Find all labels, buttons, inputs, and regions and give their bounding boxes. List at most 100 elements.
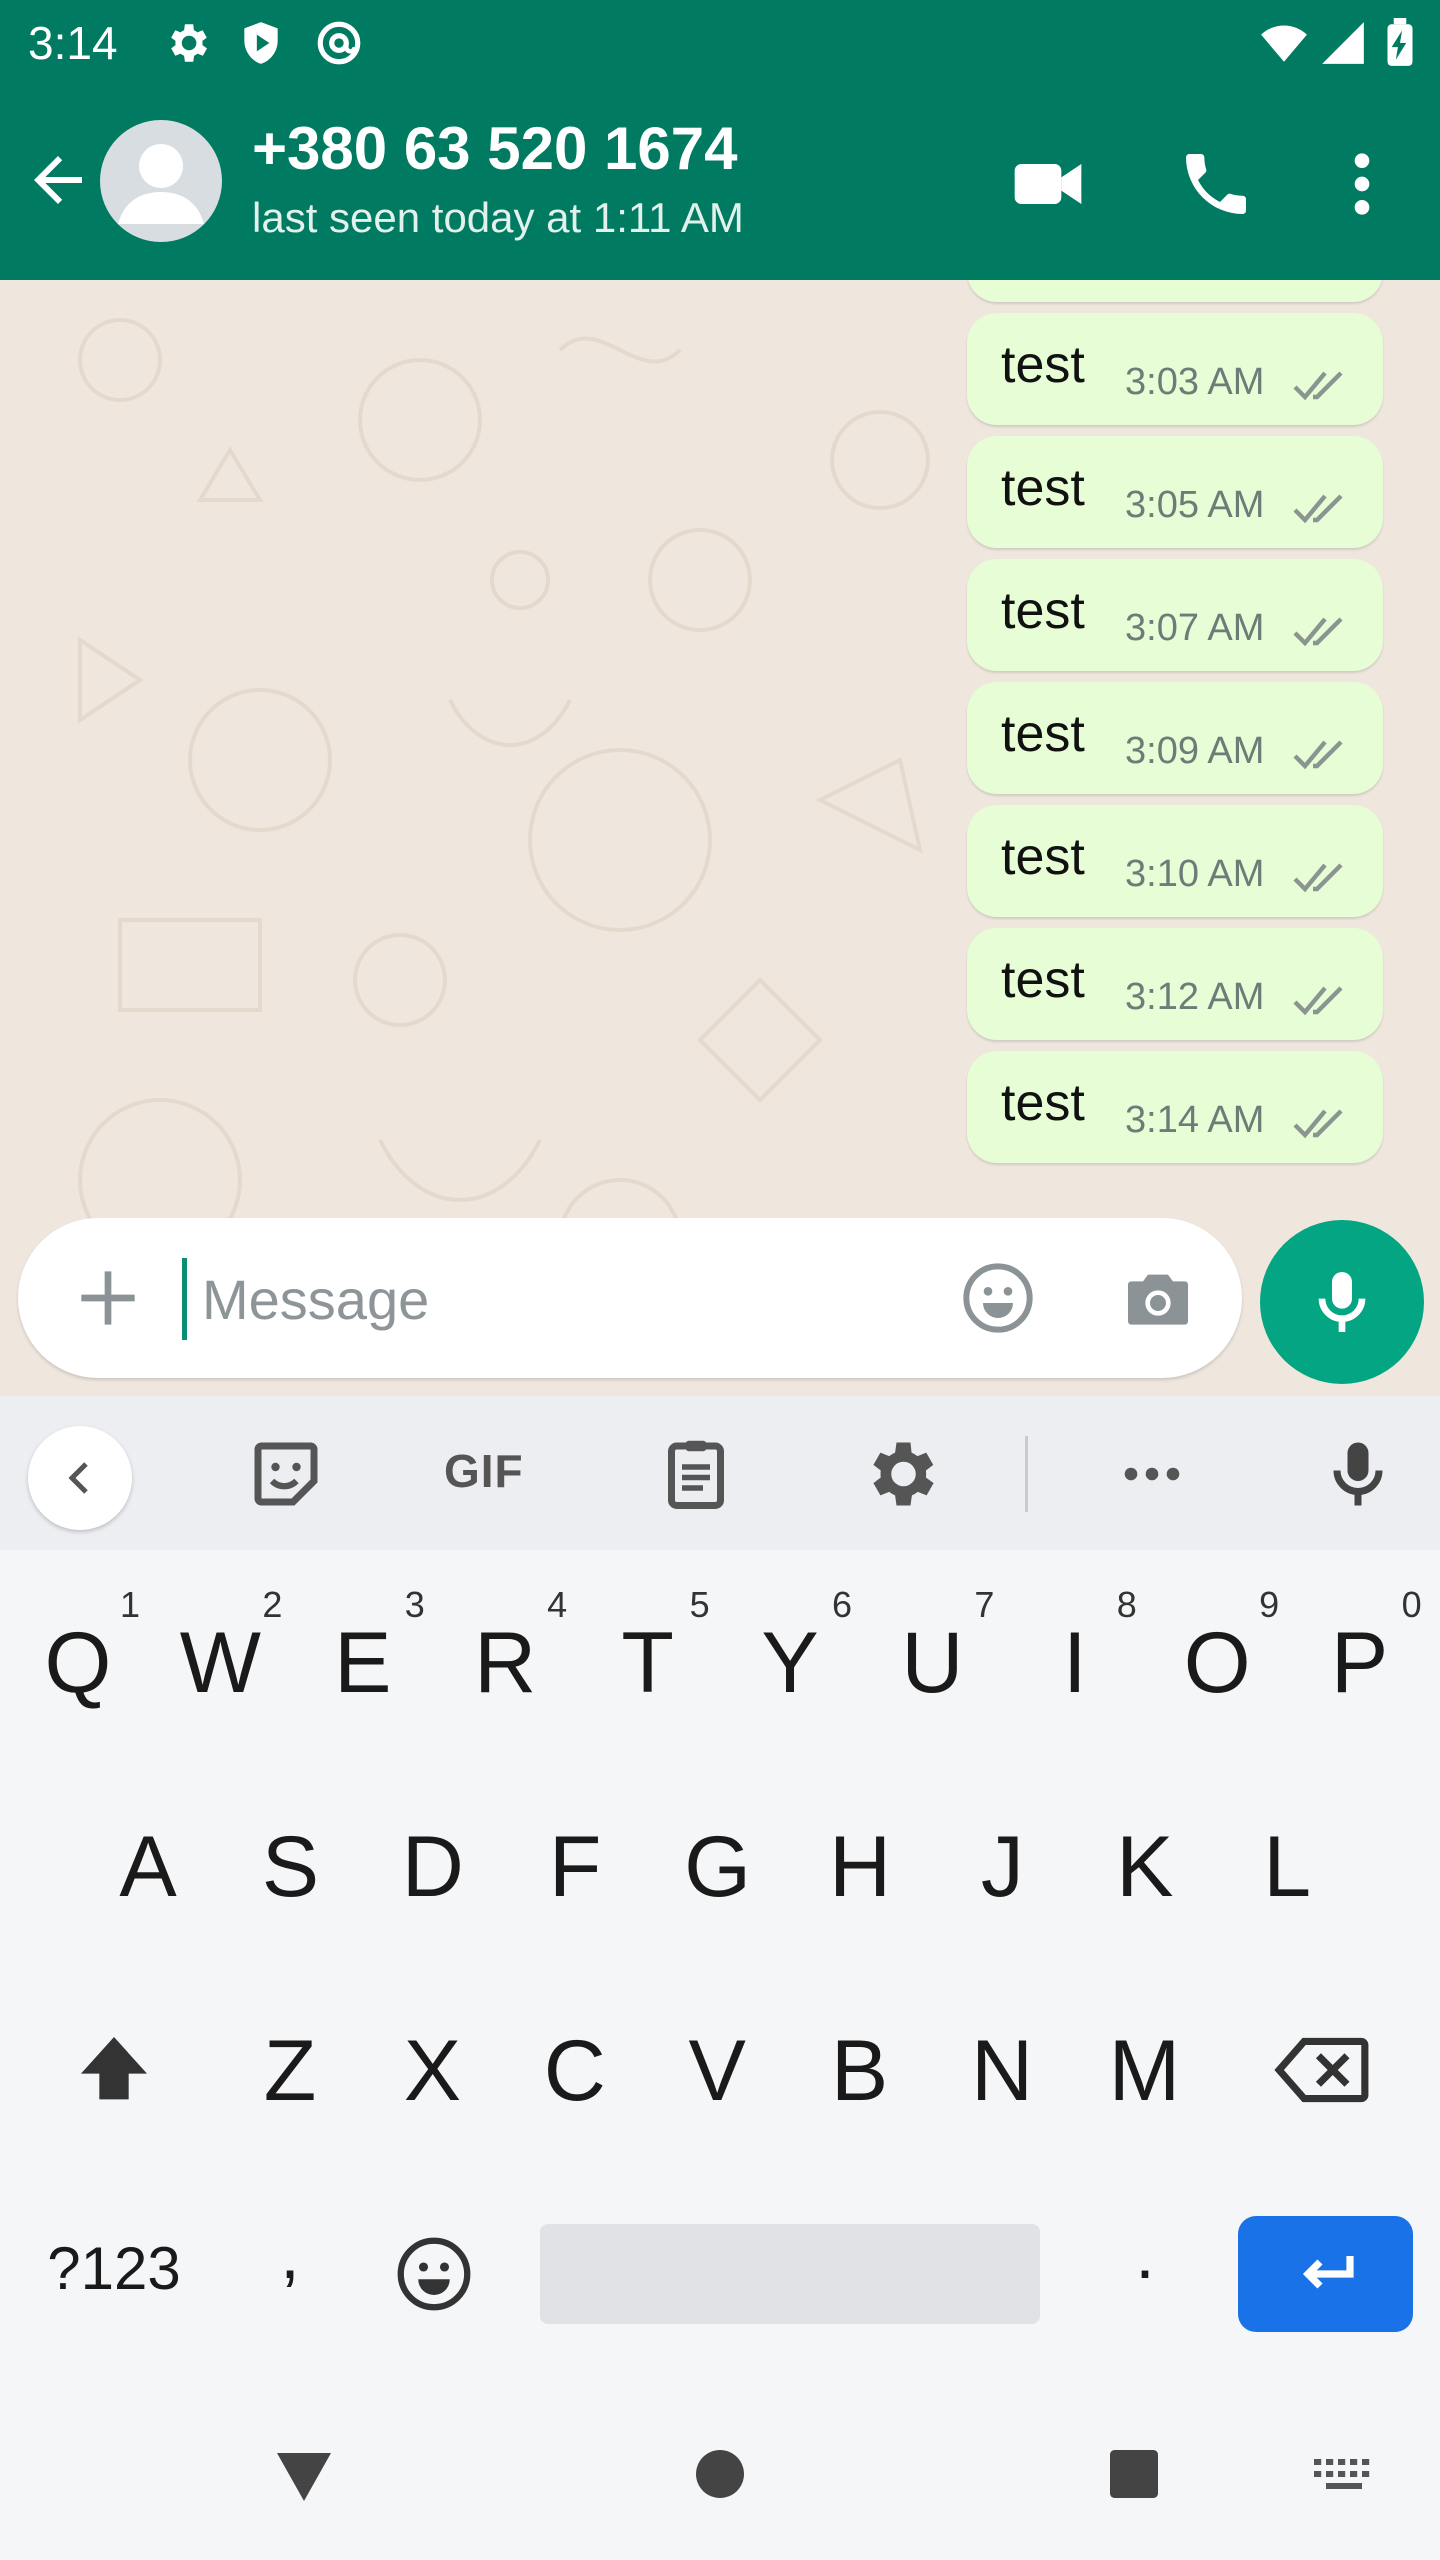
key-label: E xyxy=(334,1615,392,1711)
key-s[interactable]: S xyxy=(220,1780,360,1960)
message-bubble[interactable]: test 3:14 AM xyxy=(967,1051,1383,1163)
shift-key[interactable] xyxy=(70,2026,158,2114)
key-label: N xyxy=(970,2023,1034,2119)
settings-icon xyxy=(171,24,207,62)
signal-icon xyxy=(1322,22,1364,64)
key-x[interactable]: X xyxy=(362,1984,502,2164)
message-composer xyxy=(18,1218,1242,1378)
clipboard-icon[interactable] xyxy=(654,1432,738,1516)
key-f[interactable]: F xyxy=(505,1780,645,1960)
wifi-icon xyxy=(1261,25,1307,62)
collapse-button[interactable] xyxy=(28,1426,132,1530)
message-bubble[interactable]: test 3:03 AM xyxy=(967,313,1383,425)
key-z[interactable]: Z xyxy=(220,1984,360,2164)
double-check-icon xyxy=(1293,1109,1343,1139)
symbols-key[interactable]: ?123 xyxy=(34,2234,194,2303)
emoji-key-icon[interactable] xyxy=(392,2232,476,2316)
message-text: test xyxy=(1001,582,1085,640)
key-r[interactable]: R4 xyxy=(435,1576,575,1756)
emoji-icon[interactable] xyxy=(958,1258,1038,1338)
key-g[interactable]: G xyxy=(648,1780,788,1960)
message-bubble[interactable]: test 3:12 AM xyxy=(967,928,1383,1040)
key-t[interactable]: T5 xyxy=(578,1576,718,1756)
key-d[interactable]: D xyxy=(363,1780,503,1960)
comma-key[interactable]: , xyxy=(250,2214,330,2294)
key-e[interactable]: E3 xyxy=(293,1576,433,1756)
voice-message-button[interactable] xyxy=(1260,1220,1424,1384)
message-bubble[interactable]: test 3:10 AM xyxy=(967,805,1383,917)
more-options-icon[interactable] xyxy=(1322,144,1402,224)
sticker-icon[interactable] xyxy=(244,1432,328,1516)
key-k[interactable]: K xyxy=(1075,1780,1215,1960)
key-hint: 5 xyxy=(689,1584,710,1625)
key-label: O xyxy=(1183,1615,1251,1711)
plus-icon[interactable] xyxy=(68,1258,148,1338)
key-label: J xyxy=(980,1819,1024,1915)
phone-call-icon[interactable] xyxy=(1176,144,1256,224)
key-label: Q xyxy=(44,1615,112,1711)
key-q[interactable]: Q1 xyxy=(8,1576,148,1756)
message-bubble[interactable]: test 3:09 AM xyxy=(967,682,1383,794)
key-hint: 7 xyxy=(974,1584,995,1625)
key-label: T xyxy=(621,1615,674,1711)
double-check-icon xyxy=(1293,494,1343,524)
message-input[interactable] xyxy=(202,1258,902,1340)
key-a[interactable]: A xyxy=(78,1780,218,1960)
key-hint: 2 xyxy=(262,1584,283,1625)
key-l[interactable]: L xyxy=(1217,1780,1357,1960)
message-time: 3:10 AM xyxy=(1125,853,1265,895)
message-bubble[interactable]: test 3:07 AM xyxy=(967,559,1383,671)
recents-square-icon[interactable] xyxy=(1098,2438,1170,2510)
key-v[interactable]: V xyxy=(647,1984,787,2164)
back-arrow-icon[interactable] xyxy=(22,144,94,216)
message-time: 3:14 AM xyxy=(1125,1099,1265,1141)
video-call-icon[interactable] xyxy=(1008,144,1088,224)
more-icon[interactable] xyxy=(1110,1432,1194,1516)
key-o[interactable]: O9 xyxy=(1147,1576,1287,1756)
back-triangle-icon[interactable] xyxy=(268,2438,340,2510)
microphone-icon xyxy=(1318,1272,1366,1332)
message-bubble[interactable]: test 3:05 AM xyxy=(967,436,1383,548)
enter-key[interactable] xyxy=(1238,2216,1413,2332)
collapse-chevron-icon xyxy=(68,1462,88,1494)
backspace-key[interactable] xyxy=(1272,2026,1372,2114)
home-circle-icon[interactable] xyxy=(684,2438,756,2510)
message-text: test xyxy=(1001,1074,1085,1132)
key-label: V xyxy=(688,2023,746,2119)
double-check-icon xyxy=(1293,740,1343,770)
key-label: P xyxy=(1330,1615,1389,1711)
period-key[interactable]: . xyxy=(1110,2214,1180,2294)
default-avatar-icon xyxy=(118,144,204,224)
contact-name[interactable]: +380 63 520 1674 xyxy=(252,114,737,183)
spacebar[interactable] xyxy=(540,2224,1040,2324)
key-w[interactable]: W2 xyxy=(150,1576,290,1756)
last-seen-status: last seen today at 1:11 AM xyxy=(252,194,744,241)
key-b[interactable]: B xyxy=(790,1984,930,2164)
key-p[interactable]: P0 xyxy=(1290,1576,1430,1756)
key-label: U xyxy=(901,1615,964,1711)
settings-icon[interactable] xyxy=(858,1432,942,1516)
key-n[interactable]: N xyxy=(932,1984,1072,2164)
camera-icon[interactable] xyxy=(1118,1258,1198,1338)
key-c[interactable]: C xyxy=(505,1984,645,2164)
key-i[interactable]: I8 xyxy=(1005,1576,1145,1756)
key-hint: 4 xyxy=(547,1584,568,1625)
key-label: H xyxy=(828,1819,892,1915)
key-label: Z xyxy=(263,2023,317,2119)
gif-button[interactable]: GIF xyxy=(444,1444,524,1498)
message-time: 3:03 AM xyxy=(1125,361,1265,403)
key-m[interactable]: M xyxy=(1074,1984,1214,2164)
key-j[interactable]: J xyxy=(932,1780,1072,1960)
message-bubble[interactable]: test3:01 AM xyxy=(967,280,1383,302)
voice-input-icon[interactable] xyxy=(1316,1432,1400,1516)
double-check-icon xyxy=(1293,986,1343,1016)
key-y[interactable]: Y6 xyxy=(720,1576,860,1756)
key-hint: 9 xyxy=(1259,1584,1280,1625)
double-check-icon xyxy=(1293,863,1343,893)
avatar[interactable] xyxy=(100,120,222,242)
keyboard-switcher-icon[interactable] xyxy=(1308,2438,1380,2510)
key-u[interactable]: U7 xyxy=(862,1576,1002,1756)
key-label: W xyxy=(179,1615,261,1711)
key-h[interactable]: H xyxy=(790,1780,930,1960)
navigation-bar xyxy=(0,2396,1440,2560)
